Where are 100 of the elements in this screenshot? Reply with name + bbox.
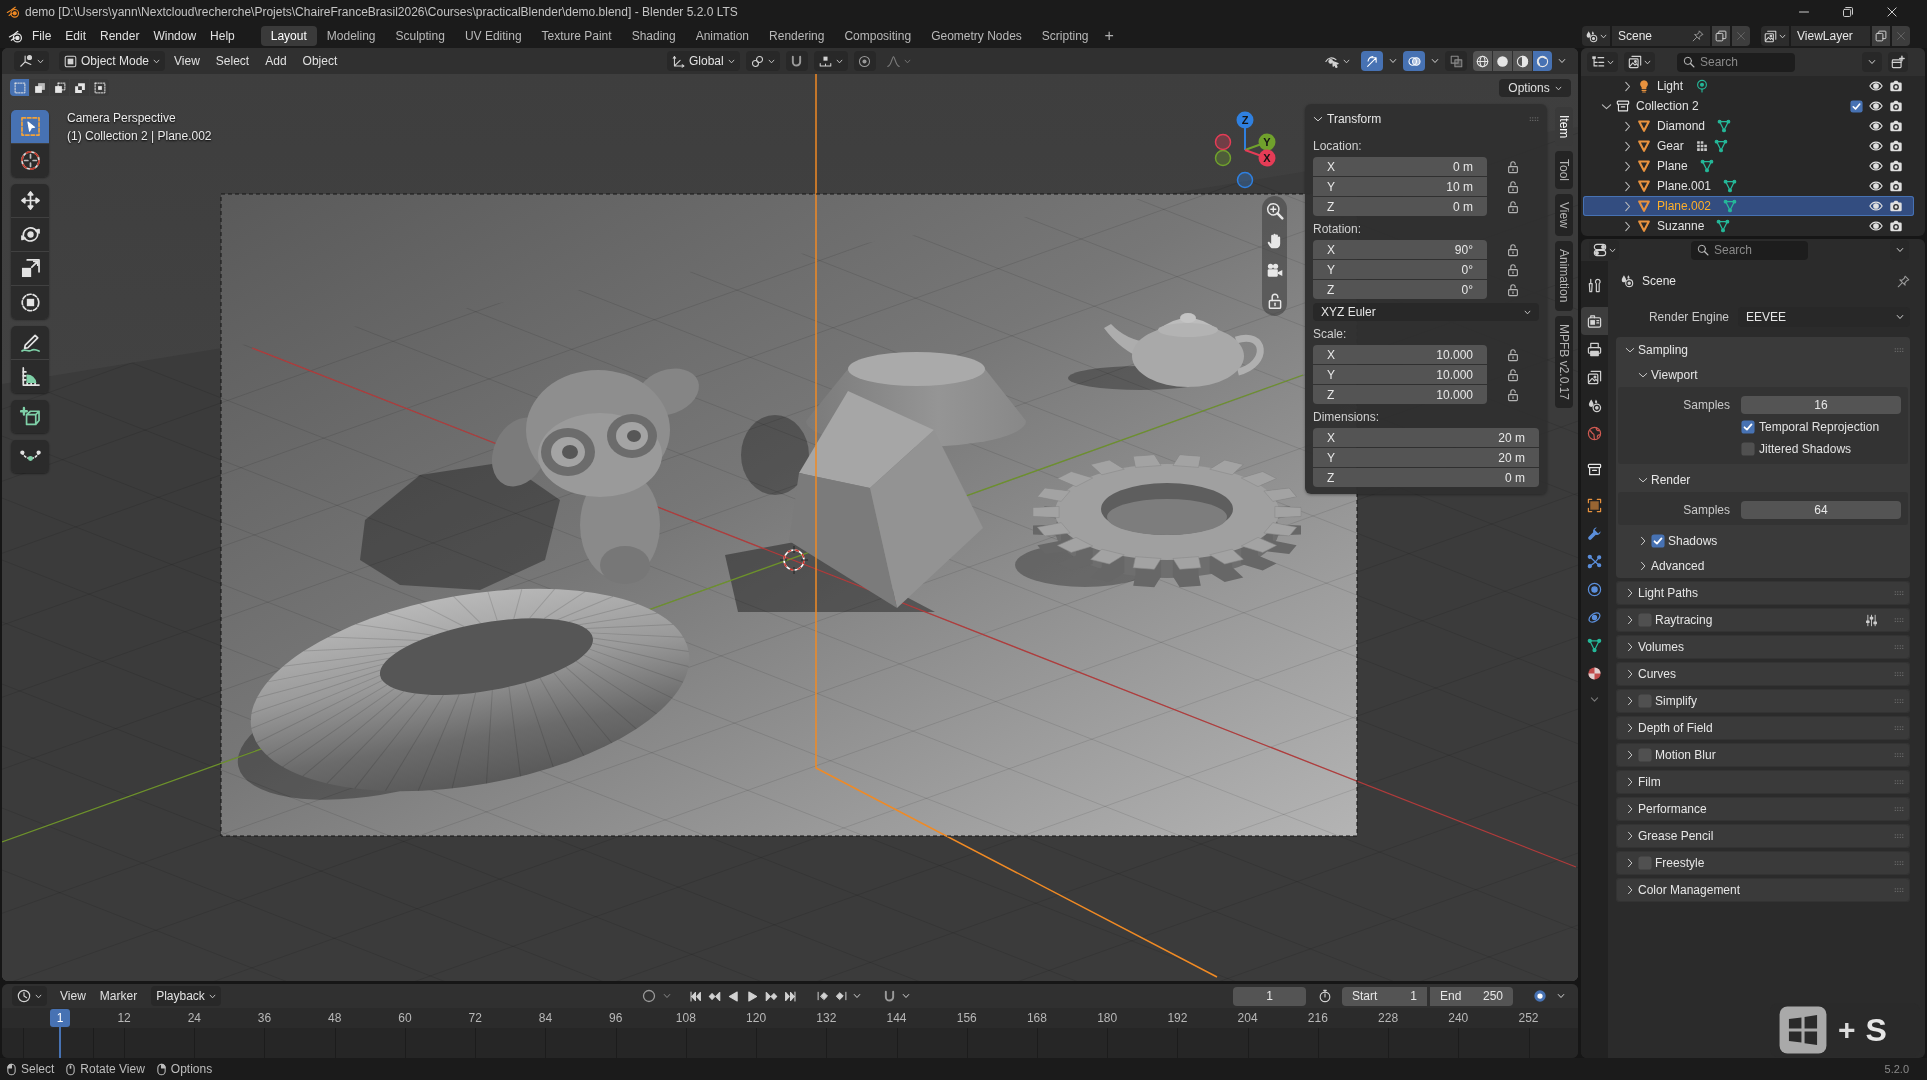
padlock-icon[interactable] — [1506, 282, 1520, 297]
collapsed-panel[interactable]: Volumes — [1616, 635, 1910, 659]
record-icon[interactable] — [641, 988, 657, 1004]
number-field[interactable]: Y 10.000 — [1313, 365, 1487, 384]
menu-item[interactable]: Marker — [92, 986, 145, 1006]
collapsed-panel[interactable]: Film — [1616, 770, 1910, 794]
menu-item[interactable]: Render — [93, 26, 147, 46]
padlock-icon[interactable] — [1506, 387, 1520, 402]
number-field[interactable]: Y 20 m — [1313, 448, 1539, 467]
end-frame-field[interactable]: End 250 — [1430, 986, 1513, 1006]
panel-title[interactable]: Motion Blur — [1655, 748, 1716, 762]
caret-icon[interactable] — [902, 992, 910, 1000]
stopwatch-icon[interactable] — [1318, 989, 1332, 1003]
annotate-tool[interactable] — [11, 326, 49, 359]
axis-handle[interactable]: Y — [1258, 133, 1276, 151]
number-field[interactable]: Z 0 m — [1313, 197, 1487, 216]
collapsed-panel[interactable]: Color Management — [1616, 878, 1910, 902]
snap-toggle[interactable] — [785, 51, 808, 71]
padlock-icon[interactable] — [1506, 347, 1520, 362]
chevron-right-icon[interactable] — [1622, 220, 1633, 232]
menu-item[interactable]: File — [25, 26, 59, 46]
transform-tool[interactable] — [11, 286, 49, 319]
checkbox[interactable] — [1741, 442, 1755, 456]
number-field[interactable]: X 10.000 — [1313, 345, 1487, 364]
chevron-right-icon[interactable] — [1625, 831, 1635, 841]
select-mode-button[interactable] — [50, 79, 69, 96]
negative-axis-icon[interactable] — [1214, 149, 1232, 167]
panel-title[interactable]: Simplify — [1655, 694, 1697, 708]
subpanel-title[interactable]: Viewport — [1651, 367, 1698, 382]
circle-dot-icon[interactable] — [1533, 989, 1547, 1003]
select-mode-button[interactable] — [90, 79, 109, 96]
workspace-tab[interactable]: Scripting — [1031, 26, 1099, 46]
menu-item[interactable]: Select — [208, 51, 257, 71]
outliner-item-name[interactable]: Plane — [1657, 159, 1688, 173]
outliner-row[interactable]: Light — [1583, 76, 1914, 96]
outliner-item-name[interactable]: Plane.002 — [1657, 199, 1712, 213]
eye-icon[interactable] — [1869, 179, 1883, 193]
menu-item[interactable]: Add — [258, 51, 294, 71]
outliner-item-name[interactable]: Collection 2 — [1636, 99, 1699, 113]
proportional-editing-toggle[interactable] — [853, 51, 876, 71]
eye-icon[interactable] — [1869, 199, 1883, 213]
checkbox[interactable] — [1850, 99, 1863, 113]
keyframe-left-icon[interactable] — [817, 990, 829, 1002]
snap-target-dropdown[interactable] — [813, 51, 848, 71]
search-field[interactable]: Search — [1677, 52, 1795, 72]
eye-icon[interactable] — [1869, 99, 1883, 113]
measure-tool[interactable] — [11, 360, 49, 393]
workspace-tab[interactable]: Compositing — [834, 26, 922, 46]
camera-icon[interactable] — [1889, 179, 1903, 193]
number-field[interactable]: Y 10 m — [1313, 177, 1487, 196]
eye-icon[interactable] — [1869, 139, 1883, 153]
current-frame-field[interactable]: 1 — [1233, 986, 1306, 1006]
caret-icon[interactable] — [1557, 992, 1565, 1000]
gizmo-toggle[interactable] — [1361, 51, 1383, 71]
outliner-item-name[interactable]: Plane.001 — [1657, 179, 1712, 193]
new-collection-button[interactable] — [1888, 52, 1908, 72]
workspace-tab[interactable]: Layout — [260, 26, 317, 46]
sidebar-tab[interactable]: Animation — [1555, 241, 1573, 311]
axis-handle[interactable]: Z — [1236, 111, 1254, 129]
sidebar-tab[interactable]: MPFB v2.0.17 — [1555, 315, 1573, 408]
chevron-right-icon[interactable] — [1625, 777, 1635, 787]
options-dropdown[interactable]: Options — [1499, 79, 1571, 97]
add-cube-tool[interactable] — [11, 400, 49, 433]
panel-title[interactable]: Curves — [1638, 667, 1676, 681]
search-field[interactable]: Search — [1691, 240, 1808, 260]
camera-icon[interactable] — [1889, 219, 1903, 233]
chevron-right-icon[interactable] — [1625, 615, 1635, 625]
eye-icon[interactable] — [1869, 79, 1883, 93]
chevron-right-icon[interactable] — [1625, 723, 1635, 733]
camera-icon[interactable] — [1889, 79, 1903, 93]
collapsed-panel[interactable]: Freestyle — [1616, 851, 1910, 875]
pin-icon[interactable] — [1897, 274, 1910, 288]
padlock-icon[interactable] — [1506, 262, 1520, 277]
padlock-icon[interactable] — [1506, 367, 1520, 382]
rotate-tool[interactable] — [11, 218, 49, 251]
caret-icon[interactable] — [663, 992, 671, 1000]
shading-mode-button[interactable] — [1493, 51, 1512, 71]
outliner-item-name[interactable]: Light — [1657, 79, 1684, 93]
caret-icon[interactable] — [1389, 57, 1397, 65]
number-field[interactable]: Z 10.000 — [1313, 385, 1487, 404]
editor-type-button[interactable] — [1587, 52, 1618, 72]
chevron-right-icon[interactable] — [1625, 885, 1635, 895]
camera-icon[interactable] — [1889, 139, 1903, 153]
camera-icon[interactable] — [1889, 99, 1903, 113]
chevron-right-icon[interactable] — [1622, 180, 1633, 192]
number-field[interactable]: X 90° — [1313, 240, 1487, 259]
outliner-row[interactable]: Plane — [1583, 156, 1914, 176]
axis-handle[interactable]: X — [1258, 149, 1276, 167]
collapsed-panel[interactable]: Simplify — [1616, 689, 1910, 713]
camera-icon[interactable] — [1889, 119, 1903, 133]
scene-name-field[interactable]: Scene — [1612, 26, 1710, 46]
outliner-item-name[interactable]: Suzanne — [1657, 219, 1705, 233]
menu-item[interactable]: Object — [295, 51, 345, 71]
chevron-right-icon[interactable] — [1622, 200, 1633, 212]
number-field[interactable]: 16 — [1741, 396, 1901, 414]
collapsed-panel[interactable]: Performance — [1616, 797, 1910, 821]
rotation-mode-dropdown[interactable]: XYZ Euler — [1313, 303, 1539, 321]
xray-toggle[interactable] — [1445, 51, 1467, 71]
eye-icon[interactable] — [1869, 119, 1883, 133]
scale-tool[interactable] — [11, 252, 49, 285]
